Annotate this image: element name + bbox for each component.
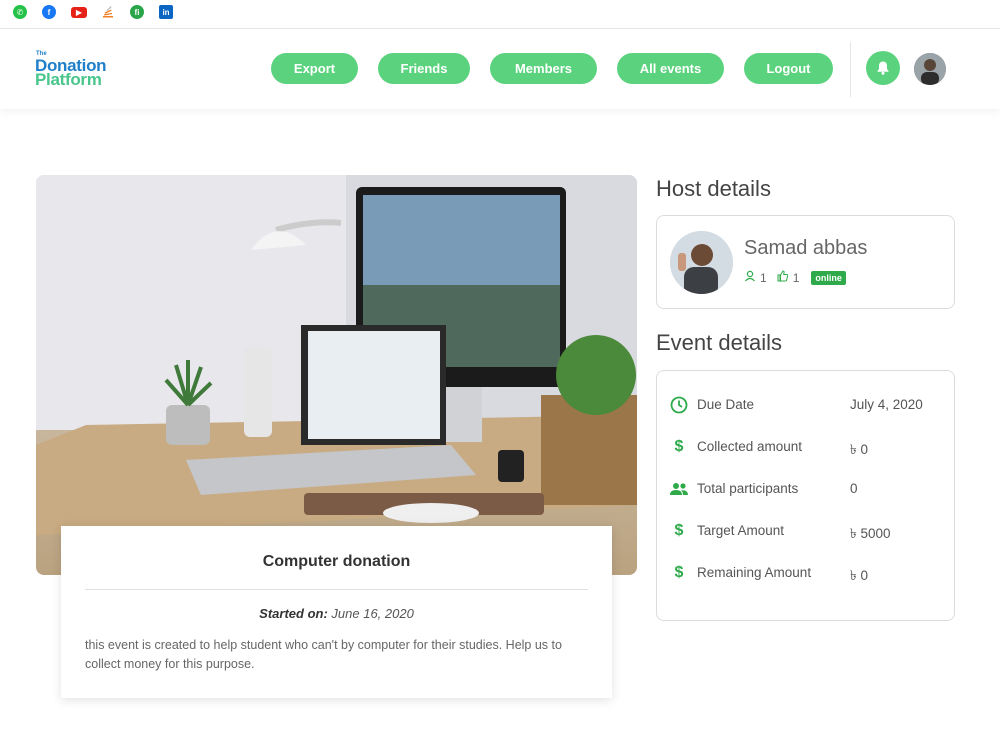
stackoverflow-icon[interactable] xyxy=(101,5,115,19)
detail-row-due-date: Due Date July 4, 2020 xyxy=(669,395,949,415)
detail-label: Total participants xyxy=(697,481,799,496)
logo[interactable]: The Donation Platform xyxy=(35,51,125,91)
status-badge: online xyxy=(811,270,846,285)
clock-icon xyxy=(669,395,689,415)
whatsapp-icon[interactable]: ✆ xyxy=(13,5,27,19)
linkedin-icon[interactable]: in xyxy=(159,5,173,19)
host-card: Samad abbas 1 1 online xyxy=(656,215,955,309)
detail-label: Remaining Amount xyxy=(697,565,812,580)
members-button[interactable]: Members xyxy=(490,53,597,84)
logo-line2: Platform xyxy=(35,70,102,89)
facebook-icon[interactable]: f xyxy=(42,5,56,19)
user-icon xyxy=(744,270,756,285)
detail-value: ৳ 0 xyxy=(850,442,868,457)
event-info-card: Computer donation Started on: June 16, 2… xyxy=(61,526,612,698)
detail-value: ৳ 0 xyxy=(850,568,868,583)
likes-count: 1 xyxy=(792,270,800,285)
export-button[interactable]: Export xyxy=(271,53,358,84)
started-on: Started on: June 16, 2020 xyxy=(61,606,612,621)
header: The Donation Platform Export Friends Mem… xyxy=(0,29,1000,109)
detail-row-remaining: $ Remaining Amount ৳ 0 xyxy=(669,563,949,583)
host-name[interactable]: Samad abbas xyxy=(744,237,867,260)
detail-label: Target Amount xyxy=(697,523,785,538)
fiverr-icon[interactable]: fi xyxy=(130,5,144,19)
event-details-heading: Event details xyxy=(656,330,782,355)
detail-row-target: $ Target Amount ৳ 5000 xyxy=(669,521,949,541)
host-avatar[interactable] xyxy=(670,231,733,294)
started-date: June 16, 2020 xyxy=(331,606,414,621)
detail-row-collected: $ Collected amount ৳ 0 xyxy=(669,437,949,457)
youtube-icon[interactable]: ▶ xyxy=(71,7,87,18)
detail-label: Due Date xyxy=(697,397,755,412)
host-details-heading: Host details xyxy=(656,176,771,201)
divider xyxy=(85,589,588,590)
thumbs-up-icon xyxy=(777,270,789,285)
dollar-icon: $ xyxy=(674,522,684,539)
followers-count: 1 xyxy=(760,270,767,285)
social-bar: ✆ f ▶ fi in xyxy=(0,0,1000,29)
detail-label: Collected amount xyxy=(697,439,803,454)
friends-button[interactable]: Friends xyxy=(378,53,470,84)
user-avatar[interactable] xyxy=(914,53,946,85)
detail-row-participants: Total participants 0 xyxy=(669,479,949,499)
event-description: this event is created to help student wh… xyxy=(85,638,562,671)
all-events-button[interactable]: All events xyxy=(617,53,724,84)
people-icon xyxy=(669,479,689,499)
event-image xyxy=(36,175,637,575)
notification-bell-button[interactable] xyxy=(866,51,900,85)
logout-button[interactable]: Logout xyxy=(744,53,833,84)
detail-value: July 4, 2020 xyxy=(850,397,923,412)
bell-icon xyxy=(877,61,889,75)
detail-value: 0 xyxy=(850,481,858,496)
detail-value: ৳ 5000 xyxy=(850,526,891,541)
event-title: Computer donation xyxy=(262,553,411,570)
dollar-icon: $ xyxy=(674,438,684,455)
header-divider xyxy=(850,42,851,97)
dollar-icon: $ xyxy=(674,564,684,581)
host-stats: 1 1 online xyxy=(744,270,846,285)
event-details-card: Due Date July 4, 2020 $ Collected amount… xyxy=(656,370,955,621)
started-label: Started on: xyxy=(259,606,328,621)
